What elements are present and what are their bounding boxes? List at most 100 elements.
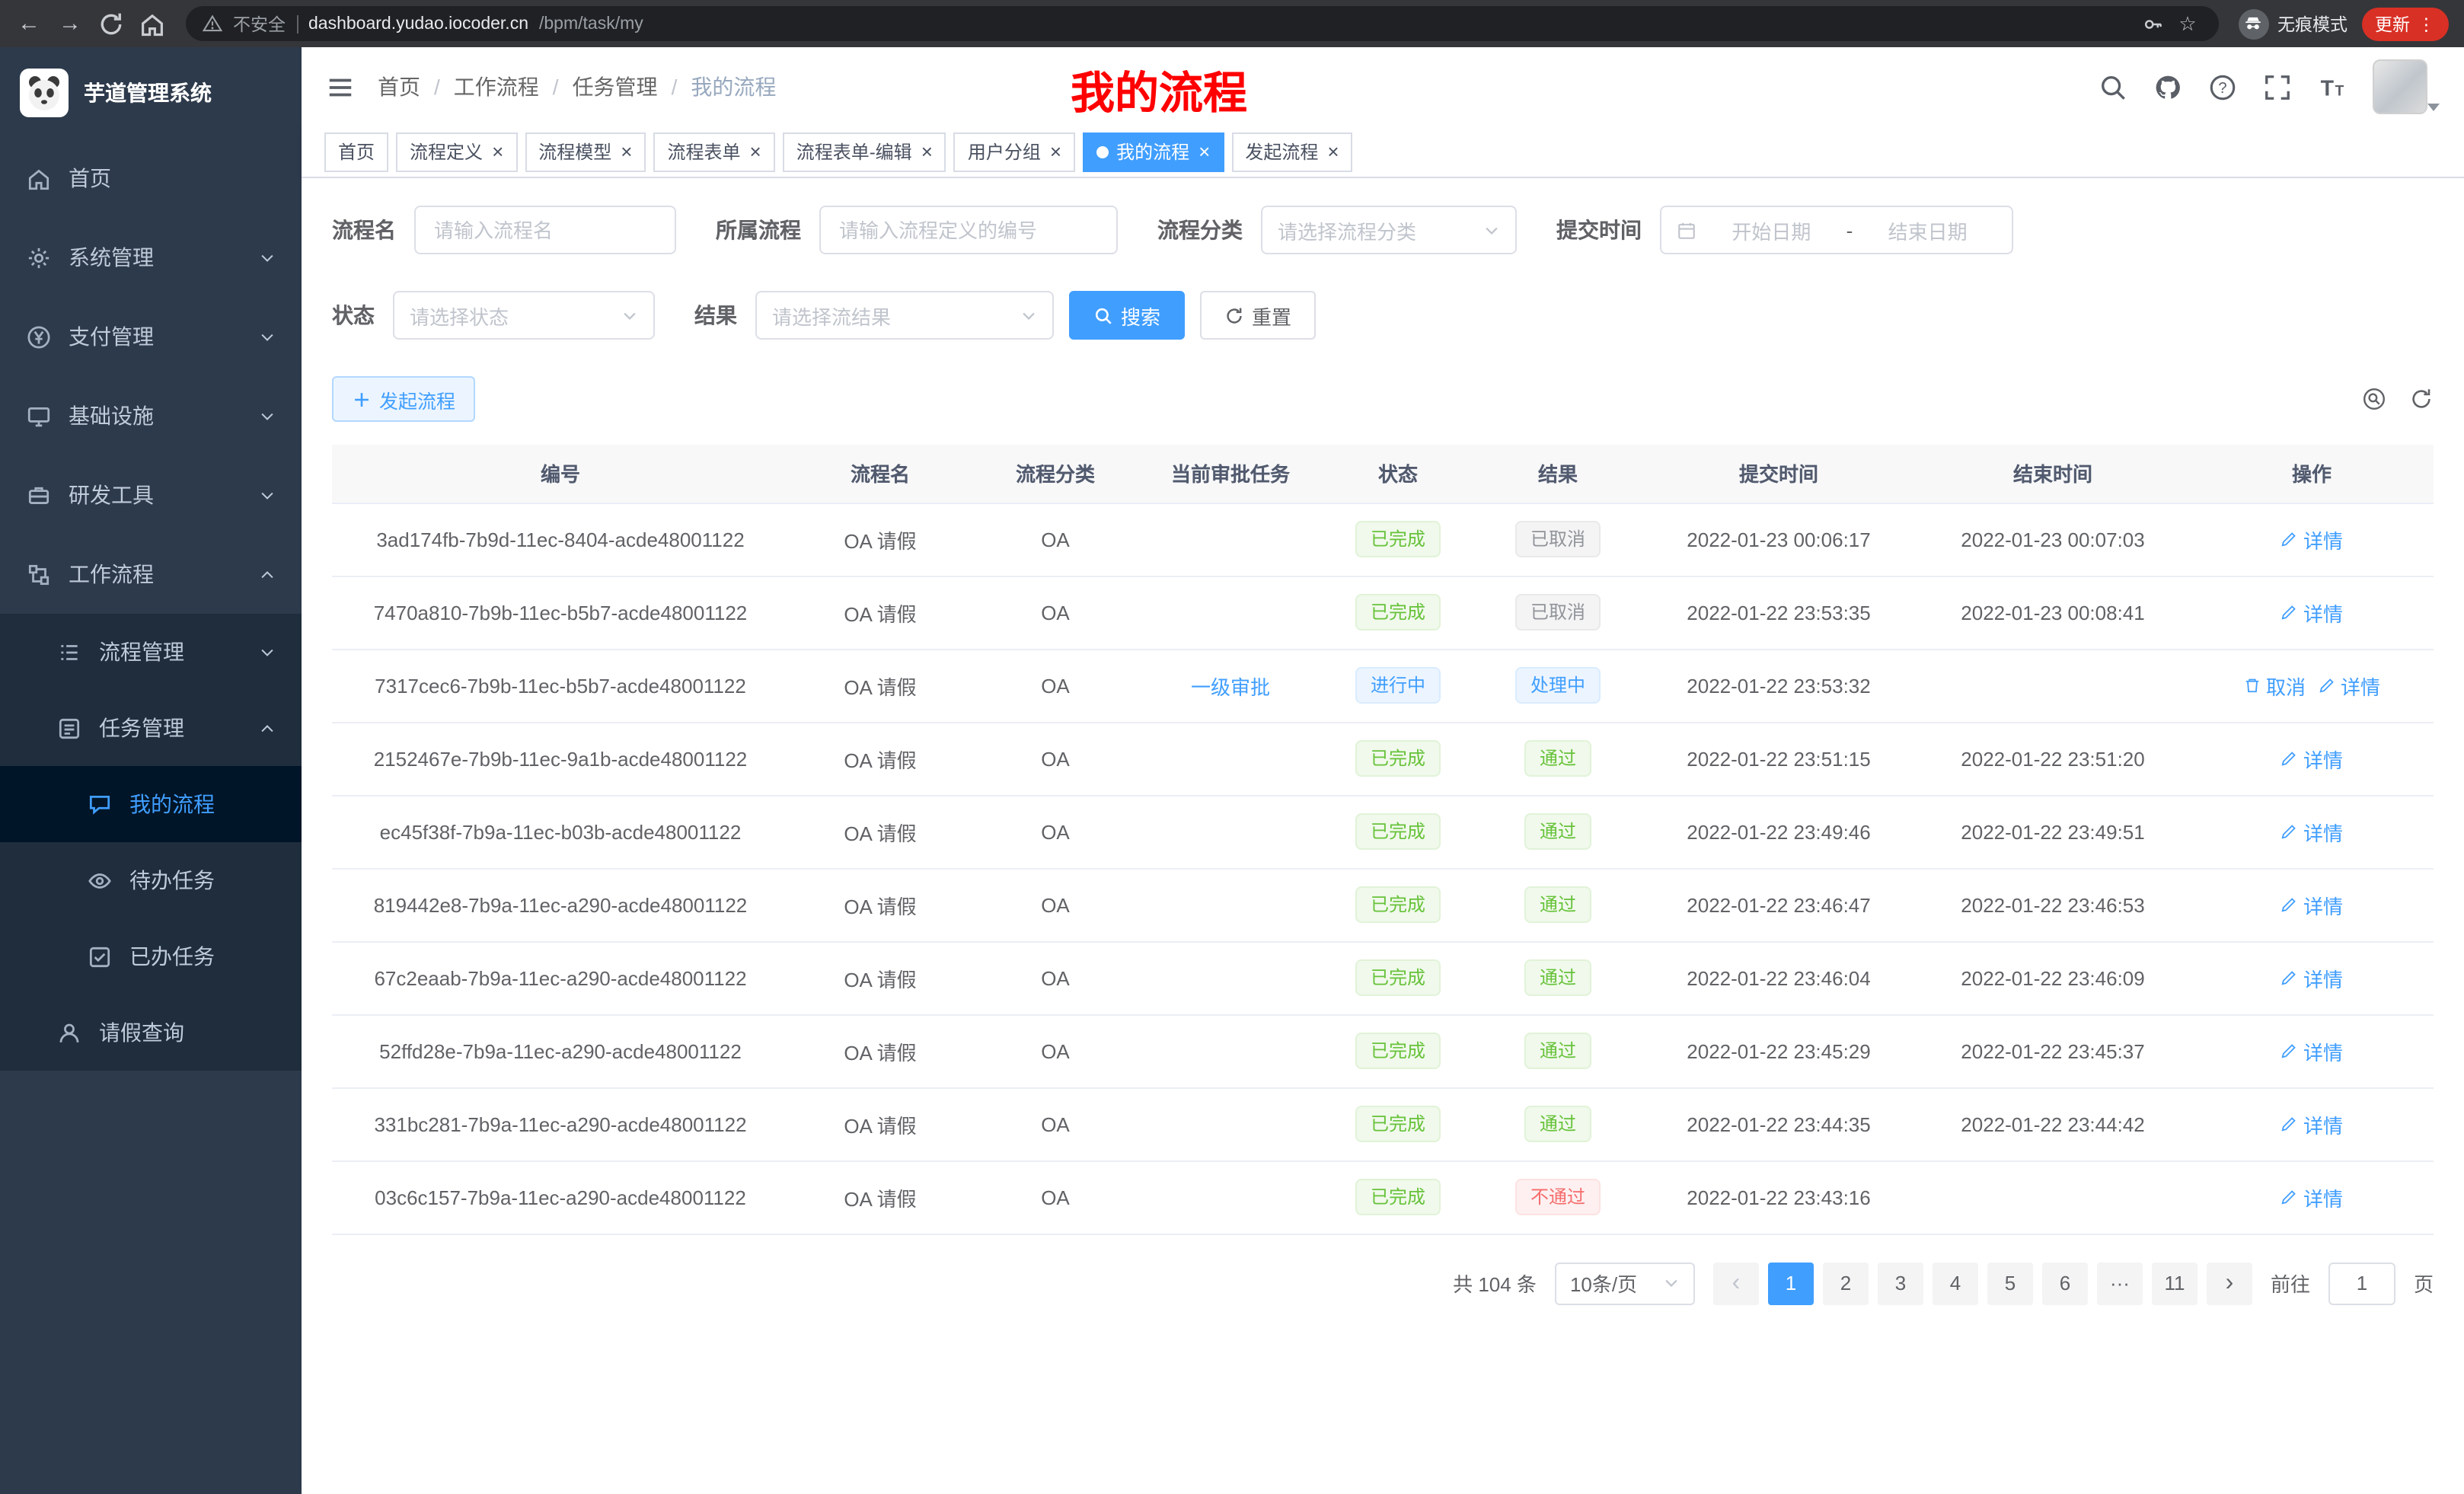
tab-process-form-edit[interactable]: 流程表单-编辑×: [783, 132, 946, 171]
tab-my-process[interactable]: 我的流程×: [1083, 132, 1224, 171]
detail-link[interactable]: 详情: [2280, 525, 2343, 554]
sidebar-item-done-tasks[interactable]: 已办任务: [0, 918, 302, 994]
detail-link[interactable]: 详情: [2280, 890, 2343, 919]
hamburger-icon[interactable]: [326, 72, 355, 101]
star-icon[interactable]: ☆: [2174, 10, 2201, 37]
breadcrumb-item[interactable]: 首页: [378, 72, 420, 102]
result-badge: 通过: [1524, 1106, 1591, 1142]
tab-start-process[interactable]: 发起流程×: [1231, 132, 1352, 171]
detail-link[interactable]: 详情: [2280, 1036, 2343, 1065]
table-row: ec45f38f-7b9a-11ec-b03b-acde48001122 OA …: [332, 795, 2434, 868]
cell-status: 已完成: [1322, 503, 1474, 576]
page-button-2[interactable]: 2: [1823, 1262, 1869, 1304]
page-button-5[interactable]: 5: [1987, 1262, 2033, 1304]
forward-icon[interactable]: →: [56, 10, 84, 37]
close-icon[interactable]: ×: [492, 142, 503, 161]
edit-icon: [2280, 822, 2299, 841]
more-pages-button[interactable]: ···: [2097, 1262, 2143, 1304]
tab-process-definition[interactable]: 流程定义×: [396, 132, 517, 171]
fullscreen-icon[interactable]: [2263, 72, 2292, 101]
tab-process-form[interactable]: 流程表单×: [653, 132, 774, 171]
prev-page-button[interactable]: ‹: [1713, 1262, 1759, 1304]
result-select[interactable]: 请选择流结果: [755, 291, 1054, 340]
page-button-3[interactable]: 3: [1878, 1262, 1923, 1304]
gear-icon: [26, 244, 52, 270]
sidebar-item-dev-tools[interactable]: 研发工具: [0, 455, 302, 535]
page-size-select[interactable]: 10条/页: [1555, 1262, 1695, 1304]
sidebar-item-my-process[interactable]: 我的流程: [0, 766, 302, 842]
table-row: 819442e8-7b9a-11ec-a290-acde48001122 OA …: [332, 868, 2434, 941]
update-button[interactable]: 更新 ⋮: [2361, 7, 2449, 40]
breadcrumb-item[interactable]: 任务管理: [573, 72, 658, 102]
sidebar-item-system-management[interactable]: 系统管理: [0, 218, 302, 297]
close-icon[interactable]: ×: [1050, 142, 1061, 161]
cell-submit-time: 2022-01-22 23:46:47: [1642, 868, 1916, 941]
col-status: 状态: [1322, 445, 1474, 503]
detail-link[interactable]: 详情: [2318, 671, 2380, 700]
parent-process-input[interactable]: [819, 206, 1118, 254]
sidebar-item-label: 首页: [69, 163, 111, 193]
tab-home[interactable]: 首页: [324, 132, 388, 171]
refresh-table-icon[interactable]: [2409, 387, 2434, 411]
status-select[interactable]: 请选择状态: [393, 291, 655, 340]
sidebar-item-task-management[interactable]: 任务管理: [0, 690, 302, 766]
search-button[interactable]: 搜索: [1069, 291, 1185, 340]
category-select[interactable]: 请选择流程分类: [1261, 206, 1517, 254]
sidebar-item-workflow[interactable]: 工作流程: [0, 535, 302, 614]
page-button-4[interactable]: 4: [1933, 1262, 1978, 1304]
key-icon[interactable]: [2142, 13, 2163, 34]
cell-category: OA: [972, 649, 1139, 722]
user-avatar[interactable]: [2373, 59, 2440, 114]
home-icon[interactable]: [139, 10, 166, 37]
sidebar-item-leave-query[interactable]: 请假查询: [0, 994, 302, 1071]
app-logo[interactable]: 芋道管理系统: [0, 47, 302, 139]
category-label: 流程分类: [1157, 215, 1243, 245]
toggle-search-icon[interactable]: [2362, 387, 2386, 411]
detail-link[interactable]: 详情: [2280, 744, 2343, 773]
help-icon[interactable]: ?: [2208, 72, 2237, 101]
close-icon[interactable]: ×: [1327, 142, 1339, 161]
github-icon[interactable]: [2153, 72, 2182, 101]
reload-icon[interactable]: [97, 10, 125, 37]
start-process-button[interactable]: 发起流程: [332, 376, 475, 422]
status-badge: 进行中: [1355, 667, 1441, 704]
cell-end-time: 2022-01-22 23:46:53: [1916, 868, 2190, 941]
detail-link[interactable]: 详情: [2280, 1183, 2343, 1211]
sidebar-item-infrastructure[interactable]: 基础设施: [0, 376, 302, 455]
sidebar-item-todo-tasks[interactable]: 待办任务: [0, 842, 302, 918]
tab-process-model[interactable]: 流程模型×: [525, 132, 646, 171]
submit-time-range-picker[interactable]: 开始日期 - 结束日期: [1660, 206, 2013, 254]
page-button-1[interactable]: 1: [1768, 1262, 1814, 1304]
sidebar-item-home[interactable]: 首页: [0, 139, 302, 218]
detail-link[interactable]: 详情: [2280, 598, 2343, 627]
page-button-11[interactable]: 11: [2152, 1262, 2197, 1304]
page-button-6[interactable]: 6: [2042, 1262, 2088, 1304]
detail-link[interactable]: 详情: [2280, 1109, 2343, 1138]
close-icon[interactable]: ×: [750, 142, 761, 161]
next-page-button[interactable]: ›: [2207, 1262, 2252, 1304]
cell-actions: 详情: [2190, 1160, 2434, 1234]
breadcrumb-item[interactable]: 工作流程: [454, 72, 539, 102]
font-size-icon[interactable]: TT: [2318, 72, 2347, 101]
cancel-link[interactable]: 取消: [2243, 671, 2306, 700]
detail-link[interactable]: 详情: [2280, 817, 2343, 846]
select-placeholder: 请选择状态: [410, 301, 509, 330]
detail-link[interactable]: 详情: [2280, 963, 2343, 992]
sidebar-item-payment-management[interactable]: 支付管理: [0, 297, 302, 376]
close-icon[interactable]: ×: [621, 142, 632, 161]
back-icon[interactable]: ←: [15, 10, 43, 37]
close-icon[interactable]: ×: [1198, 142, 1210, 161]
process-name-input[interactable]: [414, 206, 676, 254]
tab-user-group[interactable]: 用户分组×: [954, 132, 1075, 171]
address-bar[interactable]: 不安全 dashboard.yudao.iocoder.cn/bpm/task/…: [186, 6, 2218, 41]
goto-page-input[interactable]: [2328, 1262, 2395, 1304]
reset-button[interactable]: 重置: [1200, 291, 1316, 340]
security-label[interactable]: 不安全: [233, 11, 286, 36]
menu-dots-icon[interactable]: ⋮: [2418, 13, 2435, 34]
close-icon[interactable]: ×: [921, 142, 933, 161]
current-task-link[interactable]: 一级审批: [1191, 671, 1270, 700]
search-icon[interactable]: [2099, 72, 2127, 101]
reset-button-label: 重置: [1252, 301, 1291, 330]
incognito-badge: 无痕模式: [2238, 8, 2348, 39]
sidebar-item-process-management[interactable]: 流程管理: [0, 614, 302, 690]
